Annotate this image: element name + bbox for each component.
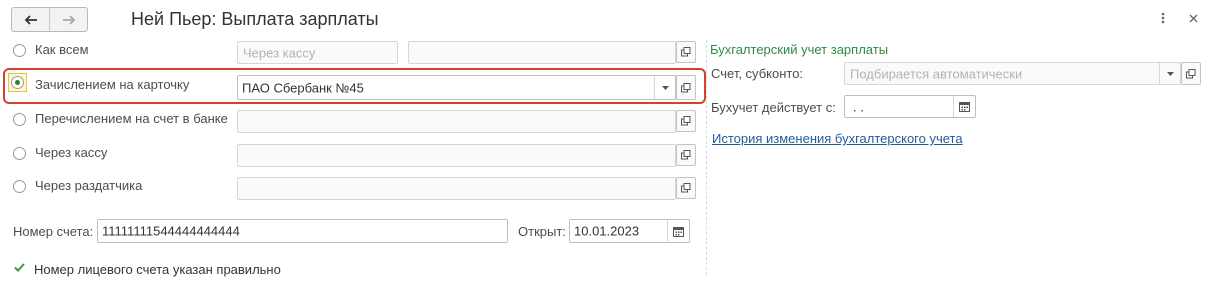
radio-label-kak-vsem: Как всем [35,42,89,57]
back-button[interactable] [12,8,49,31]
distributor-open-button[interactable] [676,177,696,199]
accounting-history-link[interactable]: История изменения бухгалтерского учета [712,131,963,146]
radio-label-cash-desk: Через кассу [35,145,108,160]
arrow-right-icon [62,14,75,25]
account-validation-text: Номер лицевого счета указан правильно [34,262,281,277]
chevron-down-icon [661,85,669,90]
card-bank-value: ПАО Сбербанк №45 [242,80,364,95]
radio-label-distributor: Через раздатчика [35,178,143,193]
check-icon [14,263,25,272]
card-bank-select[interactable]: ПАО Сбербанк №45 [237,75,676,100]
cash-desk-open-button[interactable] [676,144,696,166]
page-title: Ней Пьер: Выплата зарплаты [131,9,379,29]
bank-account-open-button[interactable] [676,110,696,132]
open-form-icon [681,82,691,92]
effective-date-value: . . [853,99,864,114]
kak-vsem-method-field: Через кассу [237,41,398,64]
history-nav-group [11,7,88,32]
opened-date-label: Открыт: [518,224,566,239]
more-actions-button[interactable] [1154,8,1172,28]
kak-vsem-method-placeholder: Через кассу [243,45,316,60]
calendar-icon [673,226,684,237]
subconto-dropdown-button[interactable] [1159,63,1180,84]
subconto-placeholder: Подбирается автоматически [850,66,1023,81]
card-bank-open-button[interactable] [676,75,696,100]
open-form-icon [681,47,691,57]
calendar-icon [959,102,970,112]
forward-button[interactable] [49,8,87,31]
opened-date-input[interactable]: 10.01.2023 [569,219,690,243]
open-form-icon [1186,68,1196,78]
chevron-down-icon [1166,71,1174,76]
open-form-icon [681,116,691,126]
kak-vsem-open-button[interactable] [676,41,696,63]
kak-vsem-detail-field [408,41,676,64]
opened-date-value: 10.01.2023 [574,223,640,239]
radio-kak-vsem[interactable] [13,44,26,57]
column-divider [706,40,707,275]
subconto-label: Счет, субконто: [711,66,804,81]
radio-distributor[interactable] [13,180,26,193]
account-number-input[interactable]: 11111111544444444444 [97,219,508,243]
effective-date-label: Бухучет действует с: [711,100,836,115]
vertical-dots-icon [1161,12,1165,24]
effective-date-input[interactable]: . . [844,95,976,118]
effective-date-calendar-button[interactable] [953,96,975,117]
radio-label-bank-account: Перечислением на счет в банке [35,111,228,126]
subconto-select[interactable]: Подбирается автоматически [844,62,1181,85]
bank-account-field [237,110,676,133]
card-bank-dropdown-button[interactable] [654,76,675,99]
account-number-label: Номер счета: [13,224,94,239]
open-form-icon [681,150,691,160]
subconto-open-button[interactable] [1181,62,1201,85]
radio-cash-desk[interactable] [13,147,26,160]
opened-date-calendar-button[interactable] [667,220,689,242]
radio-label-card: Зачислением на карточку [35,77,190,92]
close-icon [1189,14,1197,22]
distributor-field [237,177,676,200]
accounting-section-title: Бухгалтерский учет зарплаты [710,42,889,57]
open-form-icon [681,183,691,193]
arrow-left-icon [24,14,37,25]
account-number-value: 11111111544444444444 [102,223,240,239]
radio-bank-account[interactable] [13,113,26,126]
close-button[interactable] [1184,8,1202,28]
radio-card[interactable] [11,76,24,89]
cash-desk-field [237,144,676,167]
